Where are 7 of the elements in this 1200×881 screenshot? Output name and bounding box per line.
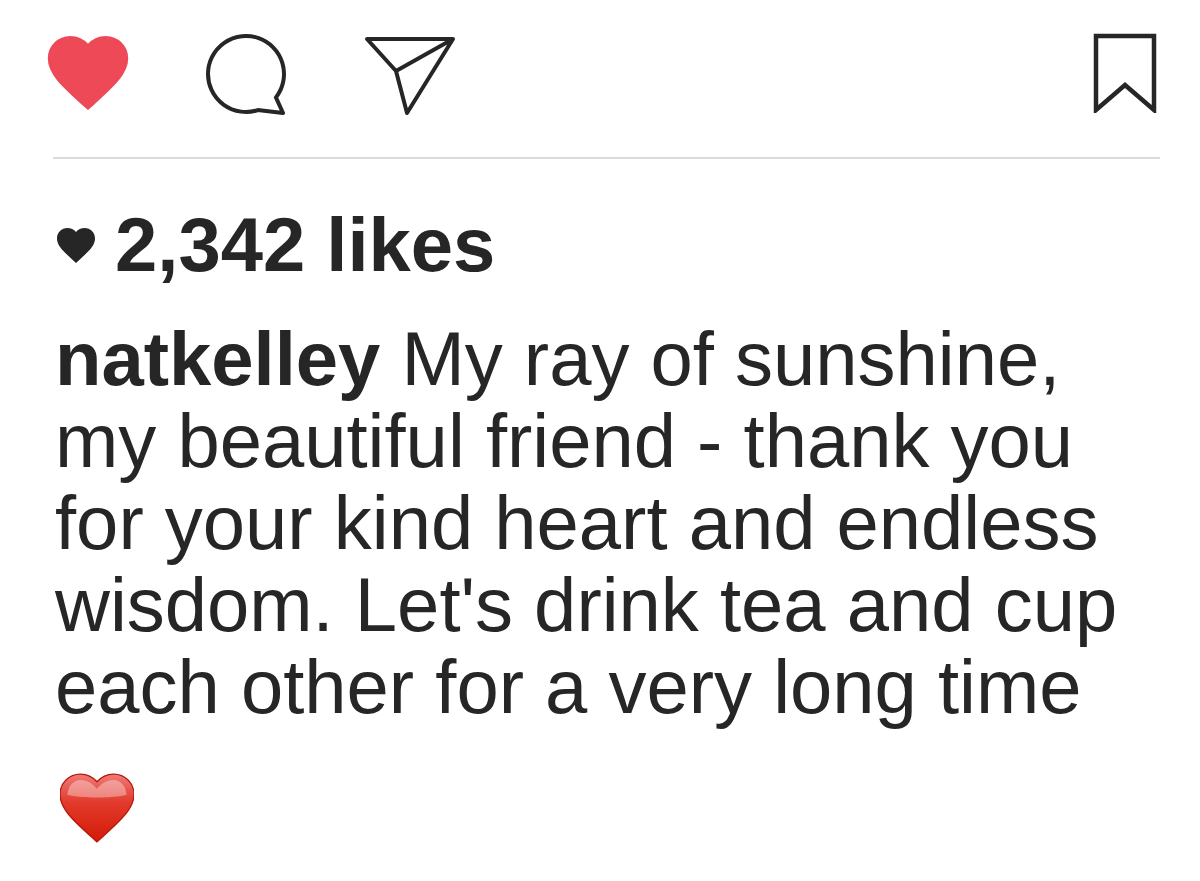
comment-icon[interactable] — [204, 32, 288, 116]
likes-count[interactable]: 2,342 likes — [115, 207, 496, 283]
caption-text: natkelley My ray of sunshine, my beautiful friend - thank you for your kind heart and endless wisdom. Let's drink tea and cup each other for a very long time — [55, 318, 1119, 728]
heart-icon — [57, 227, 95, 263]
send-icon[interactable] — [364, 36, 456, 116]
bookmark-icon[interactable] — [1093, 33, 1157, 113]
heart-emoji-icon — [60, 772, 134, 844]
